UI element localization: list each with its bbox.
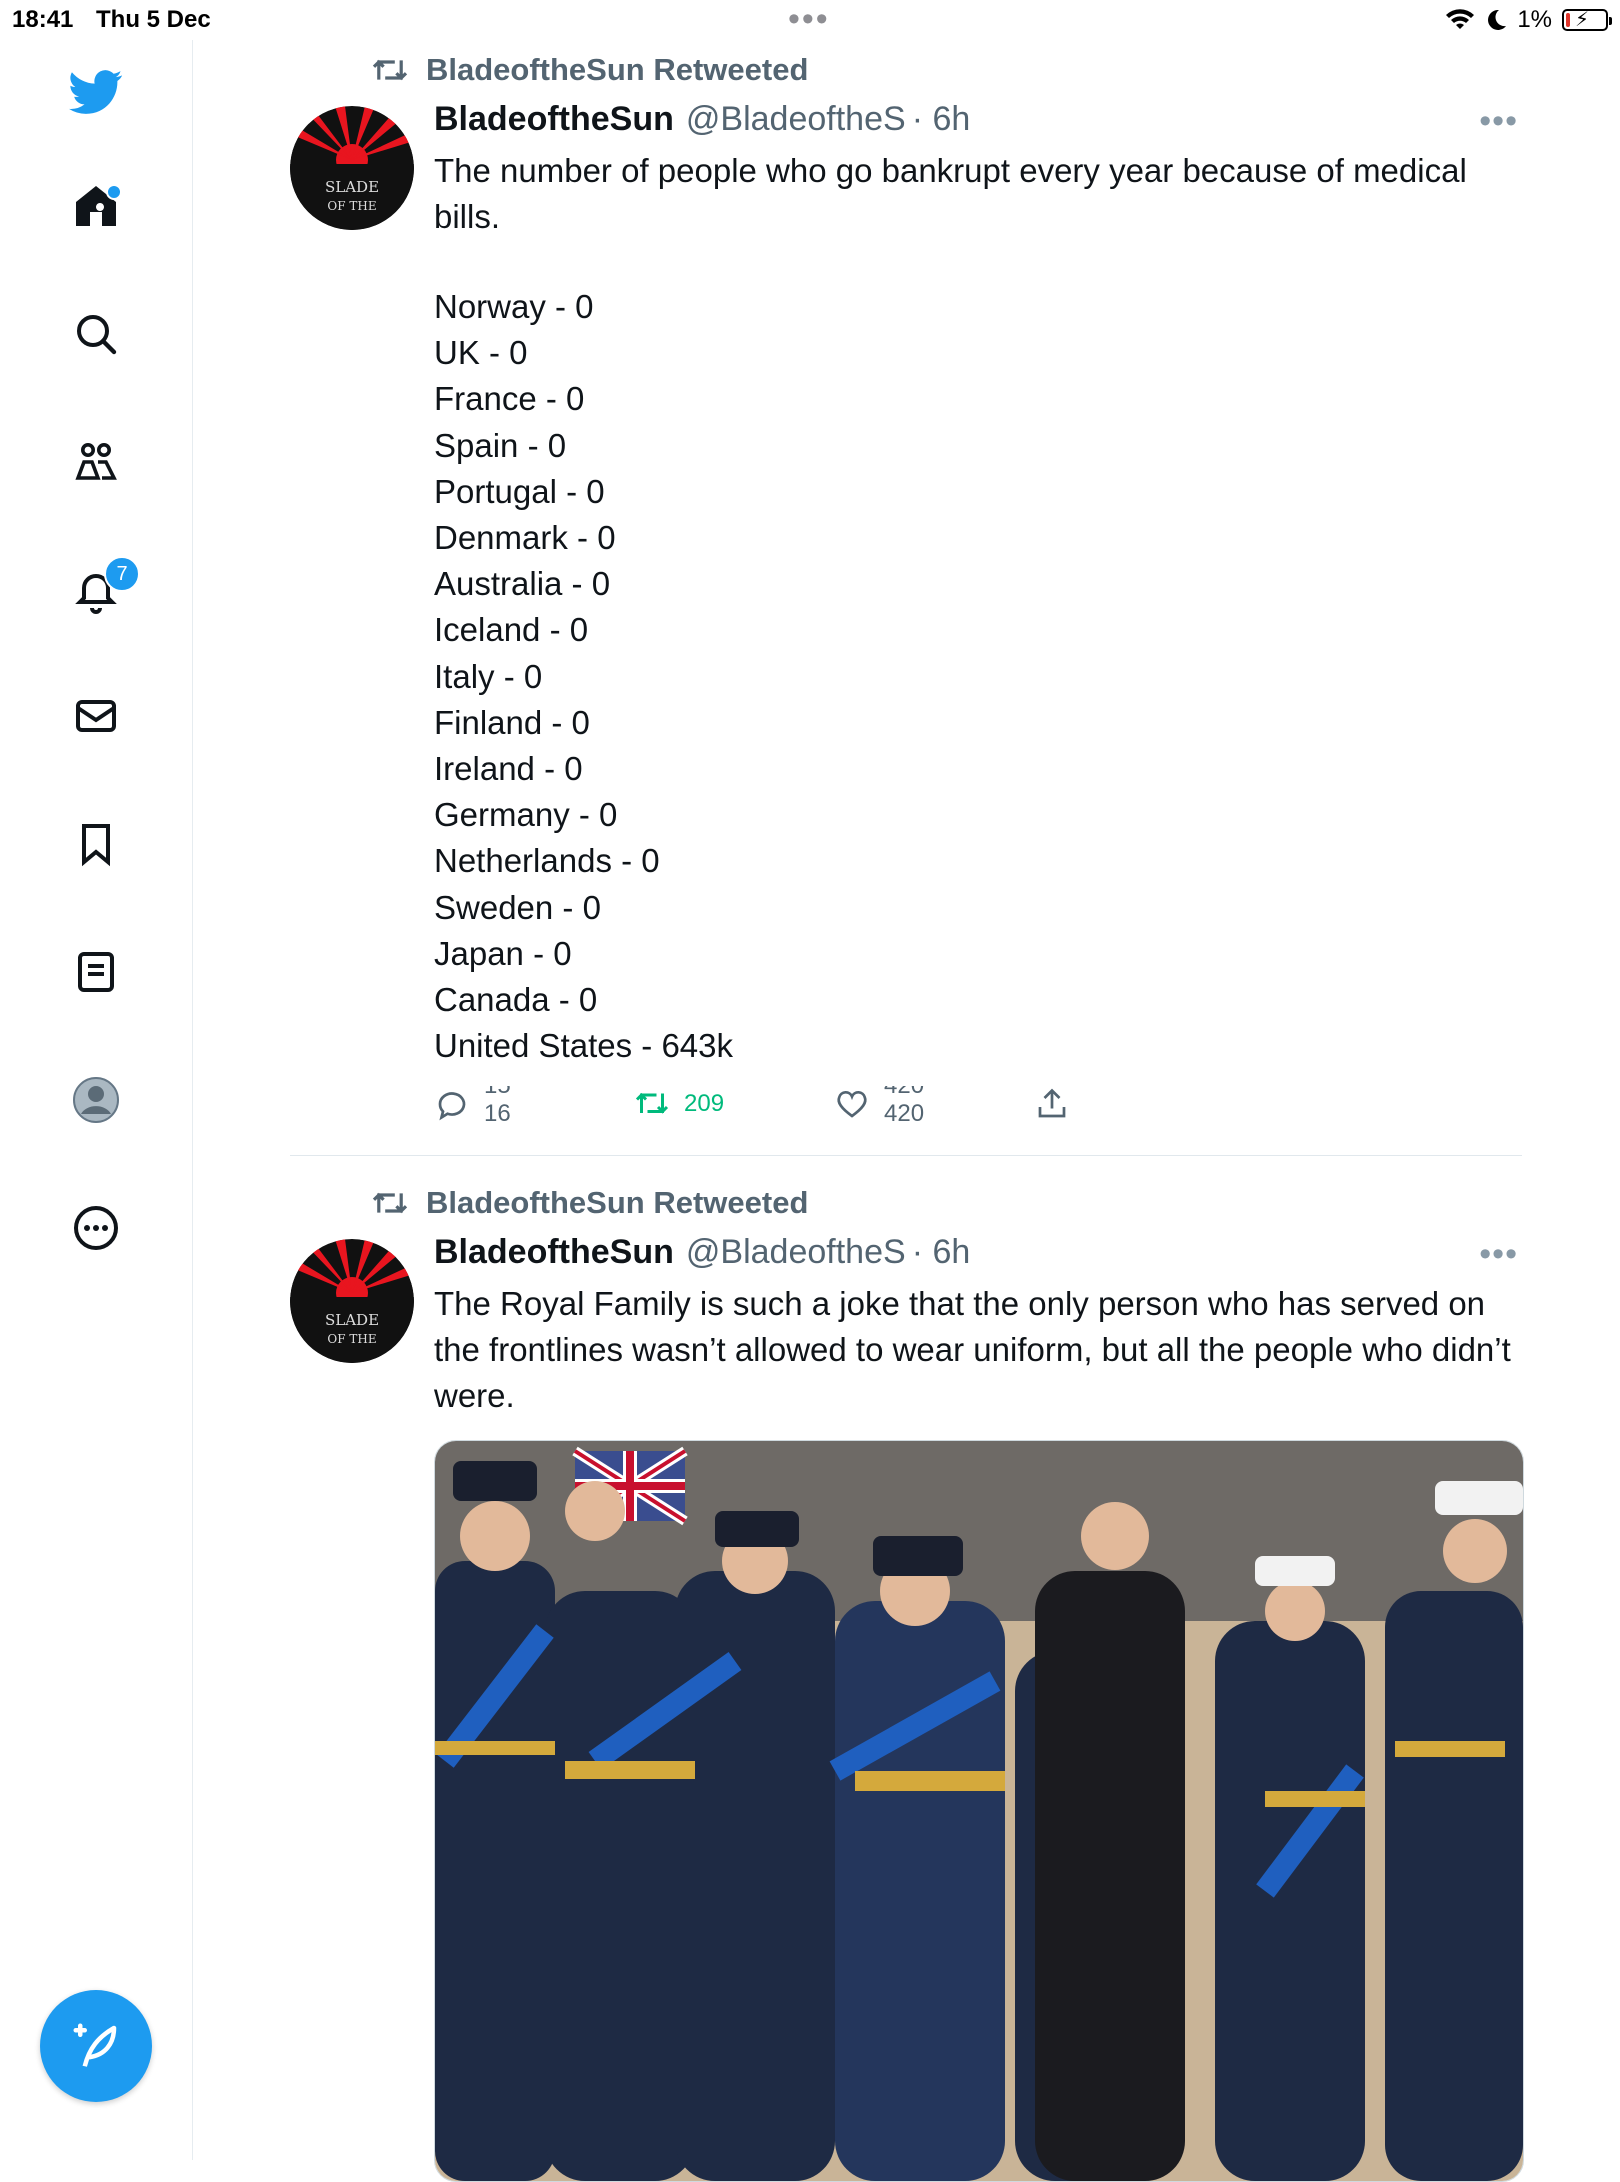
home-icon[interactable] (66, 176, 126, 236)
tweet-photo[interactable] (434, 1440, 1524, 2182)
like-button[interactable]: 420 420 (834, 1086, 934, 1122)
tweet-more-icon[interactable]: ••• (1479, 102, 1518, 141)
status-right: 1% ⚡ (1445, 6, 1612, 34)
retweeted-by-label: BladeoftheSun Retweeted (426, 1185, 809, 1220)
user-avatar[interactable]: SLADE OF THE (290, 106, 414, 230)
share-icon (1038, 1088, 1066, 1118)
heart-icon (837, 1090, 867, 1118)
lists-icon[interactable] (66, 942, 126, 1002)
list-item: United States - 643k (434, 1027, 733, 1065)
tweet[interactable]: BladeoftheSun Retweeted SLADE OF THE Bla… (290, 50, 1522, 1122)
tweet-more-icon[interactable]: ••• (1479, 1235, 1518, 1274)
reply-count: 15 16 (484, 1086, 511, 1122)
tweet-divider (290, 1155, 1522, 1156)
svg-text:OF THE: OF THE (327, 1332, 376, 1346)
list-item: Sweden - 0 (434, 888, 601, 926)
list-item: Portugal - 0 (434, 472, 605, 510)
twitter-logo-icon[interactable] (66, 62, 126, 122)
notifications-icon[interactable]: 7 (66, 556, 140, 620)
tweet-header: BladeoftheSun @BladeoftheS · 6h (434, 100, 970, 139)
like-count: 420 420 (884, 1086, 925, 1122)
tweet[interactable]: BladeoftheSun Retweeted SLADE OF THE Bla… (290, 1183, 1524, 2182)
compose-feather-icon (73, 2023, 117, 2067)
compose-tweet-button[interactable] (40, 1990, 152, 2102)
list-item: Netherlands - 0 (434, 842, 660, 880)
tweet-time[interactable]: · 6h (912, 1233, 971, 1272)
retweet-context: BladeoftheSun Retweeted (370, 52, 808, 88)
communities-icon[interactable] (66, 432, 126, 492)
retweet-count: 209 (684, 1090, 725, 1117)
reply-button[interactable]: 15 16 (434, 1086, 524, 1122)
tweet-actions: 15 16 209 420 420 (434, 1086, 1134, 1136)
list-item: Finland - 0 (434, 703, 590, 741)
list-item: France - 0 (434, 380, 585, 418)
tweet-text: The number of people who go bankrupt eve… (434, 152, 1467, 235)
list-item: Japan - 0 (434, 934, 572, 972)
search-icon[interactable] (66, 304, 126, 364)
retweet-icon (635, 1092, 669, 1114)
wifi-icon (1446, 9, 1475, 29)
svg-text:SLADE: SLADE (325, 1311, 379, 1329)
sidebar: 7 (0, 40, 193, 2160)
profile-avatar-icon[interactable] (66, 1070, 126, 1130)
multitask-dots[interactable]: ••• (788, 0, 830, 39)
more-options-icon[interactable] (66, 1198, 126, 1258)
status-time: 18:41 (12, 6, 74, 33)
tweet-header: BladeoftheSun @BladeoftheS · 6h (434, 1233, 970, 1272)
tweet-country-list: Norway - 0 UK - 0 France - 0 Spain - 0 P… (434, 284, 733, 1069)
user-handle[interactable]: @BladeoftheS (686, 100, 906, 139)
tweet-text: The Royal Family is such a joke that the… (434, 1285, 1511, 1414)
retweet-small-icon (372, 1192, 408, 1214)
battery-icon: ⚡ (1562, 9, 1612, 31)
list-item: Spain - 0 (434, 426, 567, 464)
moon-icon (1488, 9, 1507, 30)
home-unread-dot (106, 184, 122, 200)
battery-percent: 1% (1517, 6, 1552, 33)
bookmarks-icon[interactable] (66, 814, 126, 874)
tweet-time[interactable]: · 6h (912, 100, 971, 139)
retweet-small-icon (372, 59, 408, 81)
list-item: Norway - 0 (434, 288, 594, 325)
share-button[interactable] (1034, 1086, 1070, 1122)
retweet-context: BladeoftheSun Retweeted (370, 1185, 808, 1221)
retweet-button[interactable]: 209 (634, 1086, 724, 1122)
user-handle[interactable]: @BladeoftheS (686, 1233, 906, 1272)
status-bar: 18:41 Thu 5 Dec ••• 1% ⚡ (0, 0, 1620, 40)
notifications-badge: 7 (104, 556, 140, 592)
retweeted-by-label: BladeoftheSun Retweeted (426, 52, 809, 87)
status-date: Thu 5 Dec (96, 6, 211, 33)
list-item: Italy - 0 (434, 657, 543, 695)
display-name[interactable]: BladeoftheSun (434, 100, 674, 139)
list-item: Australia - 0 (434, 565, 611, 603)
user-avatar[interactable]: SLADE OF THE (290, 1239, 414, 1363)
svg-text:OF THE: OF THE (327, 199, 376, 213)
display-name[interactable]: BladeoftheSun (434, 1233, 674, 1272)
list-item: Canada - 0 (434, 981, 598, 1019)
list-item: Ireland - 0 (434, 750, 583, 788)
list-item: Denmark - 0 (434, 519, 616, 557)
svg-text:SLADE: SLADE (325, 178, 379, 196)
list-item: UK - 0 (434, 334, 528, 372)
list-item: Iceland - 0 (434, 611, 589, 649)
messages-icon[interactable] (66, 686, 126, 746)
list-item: Germany - 0 (434, 796, 618, 834)
reply-icon (438, 1092, 466, 1121)
